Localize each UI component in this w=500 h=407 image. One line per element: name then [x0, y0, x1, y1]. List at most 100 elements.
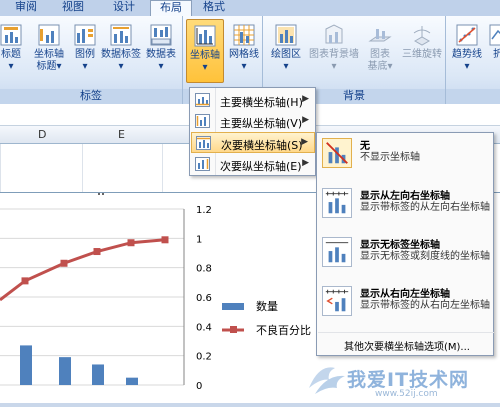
data-labels-button[interactable]: 数据标签 ▾	[100, 19, 142, 83]
axes-button[interactable]: 坐标轴 ▾	[186, 19, 224, 83]
submenu-item-description: 显示带标签的从右向左坐标轴	[360, 300, 490, 311]
secondary-horizontal-axis-submenu: 无 不显示坐标轴 显示从左向右坐标轴 显示带标签的从左向右坐标轴 显示无标签坐标…	[316, 132, 494, 356]
submenu-item-right-to-left[interactable]: 显示从右向左坐标轴 显示带标签的从右向左坐标轴	[318, 283, 494, 331]
axis-titles-sublabel: 标题▾	[36, 61, 62, 72]
trendline-icon	[456, 24, 478, 46]
chart-wall-icon	[325, 24, 343, 44]
chart-wall-label: 图表背景墙	[309, 49, 359, 60]
secondary-vertical-axis-icon	[195, 157, 210, 171]
trendline-dropdown: ▾	[464, 61, 470, 72]
data-table-dropdown: ▾	[158, 61, 164, 72]
axis-titles-label: 坐标轴	[34, 49, 64, 60]
legend-swatch-bar	[222, 303, 244, 310]
more-axis-options-item[interactable]: 其他次要横坐标轴选项(M)...	[318, 332, 494, 354]
site-watermark: 我爱IT技术网 www.52ij.com	[305, 358, 500, 403]
menu-item-label: 主要横坐标轴(H)	[220, 96, 303, 109]
gridlines-icon	[233, 24, 255, 46]
primary-horizontal-axis-icon	[195, 93, 210, 107]
submenu-arrow-icon: ▶	[302, 94, 309, 104]
chart-legend: 数量 不良百分比	[222, 300, 311, 337]
submenu-item-left-to-right[interactable]: 显示从左向右坐标轴 显示带标签的从左向右坐标轴	[318, 185, 494, 233]
gridlines-dropdown: ▾	[241, 61, 247, 72]
chart-line-marker	[93, 248, 101, 256]
submenu-item-description: 显示无标签或刻度线的坐标轴	[360, 251, 490, 262]
data-table-button[interactable]: 数据表 ▾	[142, 19, 180, 83]
submenu-item-description: 不显示坐标轴	[360, 152, 420, 163]
tab-design[interactable]: 设计	[106, 0, 142, 16]
axes-dropdown: ▾	[202, 62, 208, 73]
submenu-arrow-icon: ▶	[301, 137, 308, 147]
legend-label: 图例	[75, 49, 95, 60]
analysis-group: 趋势线 ▾ 折	[446, 16, 500, 104]
chart-floor-button[interactable]: 图表 基底▾	[361, 19, 399, 83]
3d-rotation-button[interactable]: 三维旋转	[399, 19, 445, 83]
y2-tick-label: 0.2	[196, 352, 212, 363]
chart-y2-ticks: 1.2 1 0.8 0.6 0.4 0.2 0	[196, 205, 212, 392]
submenu-item-none[interactable]: 无 不显示坐标轴	[318, 135, 494, 179]
submenu-item-title: 无	[360, 141, 370, 152]
primary-vertical-axis-icon	[195, 114, 210, 128]
left-to-right-axis-icon	[322, 188, 352, 218]
no-labels-axis-icon	[322, 237, 352, 267]
column-header-e[interactable]: E	[118, 128, 125, 141]
axes-label: 坐标轴	[190, 50, 220, 61]
watermark-url: www.52ij.com	[375, 389, 438, 399]
data-table-label: 数据表	[146, 49, 176, 60]
tab-review[interactable]: 审阅	[8, 0, 44, 16]
chart-bar	[20, 345, 32, 385]
gridlines-label: 网格线	[229, 49, 259, 60]
lines-button[interactable]: 折	[488, 19, 500, 83]
chart-title-button[interactable]: 标题 ▾	[0, 19, 30, 83]
watermark-text: 我爱IT技术网	[347, 369, 470, 391]
y2-tick-label: 0.4	[196, 322, 212, 333]
chart-bar	[92, 364, 104, 385]
chart-floor-sublabel: 基底▾	[367, 61, 393, 72]
tab-layout[interactable]: 布局	[150, 0, 192, 17]
menu-item-primary-horizontal[interactable]: 主要横坐标轴(H) ▶	[191, 90, 315, 111]
chart-floor-label: 图表	[370, 49, 390, 60]
plot-area-button[interactable]: 绘图区 ▾	[267, 19, 305, 83]
labels-group: 标题 ▾ 坐标轴 标题▾ 图例 ▾ 数据标签 ▾ 数据表 ▾ 标签	[0, 16, 183, 104]
chart-resize-handle[interactable]	[98, 193, 104, 196]
submenu-item-title: 显示从左向右坐标轴	[360, 191, 450, 202]
chart-line-marker	[21, 277, 29, 285]
axis-titles-icon	[38, 24, 60, 46]
gridlines-button[interactable]: 网格线 ▾	[225, 19, 263, 83]
chart-wall-button[interactable]: 图表背景墙 ▾	[307, 19, 361, 83]
submenu-item-description: 显示带标签的从左向右坐标轴	[360, 202, 490, 213]
legend-dropdown: ▾	[82, 61, 88, 72]
tab-format[interactable]: 格式	[196, 0, 232, 16]
chart-line-marker	[161, 236, 169, 244]
tab-view[interactable]: 视图	[55, 0, 91, 16]
lines-label: 折	[493, 49, 500, 60]
data-labels-icon	[110, 24, 132, 46]
watermark-logo-icon	[309, 367, 345, 394]
axis-titles-button[interactable]: 坐标轴 标题▾	[30, 19, 68, 83]
legend-icon	[74, 24, 96, 46]
menu-item-secondary-vertical[interactable]: 次要纵坐标轴(E) ▶	[191, 154, 315, 175]
plot-area-label: 绘图区	[271, 49, 301, 60]
axes-icon	[194, 25, 216, 47]
plot-area-icon	[275, 24, 297, 46]
trendline-button[interactable]: 趋势线 ▾	[448, 19, 486, 83]
menu-item-label: 次要纵坐标轴(E)	[220, 160, 302, 173]
3d-rotation-label: 三维旋转	[402, 49, 442, 60]
submenu-item-no-labels[interactable]: 显示无标签坐标轴 显示无标签或刻度线的坐标轴	[318, 234, 494, 282]
secondary-horizontal-axis-icon	[196, 136, 211, 150]
data-labels-label: 数据标签	[101, 49, 141, 60]
chart-wall-dropdown: ▾	[331, 61, 337, 72]
column-header-d[interactable]: D	[38, 128, 46, 141]
chart-floor-icon	[368, 29, 392, 42]
menu-item-primary-vertical[interactable]: 主要纵坐标轴(V) ▶	[191, 111, 315, 132]
labels-group-title: 标签	[0, 89, 182, 104]
chart-title-icon	[0, 24, 22, 46]
chart-line-path	[0, 238, 166, 302]
legend-button[interactable]: 图例 ▾	[66, 19, 104, 83]
menu-item-secondary-horizontal[interactable]: 次要横坐标轴(S) ▶	[191, 132, 315, 153]
chart-line-marker	[60, 259, 68, 267]
legend-marker-line	[230, 326, 237, 333]
right-to-left-axis-icon	[322, 286, 352, 316]
plot-area-dropdown: ▾	[283, 61, 289, 72]
data-table-icon	[150, 24, 172, 46]
chart-bar	[126, 377, 138, 385]
